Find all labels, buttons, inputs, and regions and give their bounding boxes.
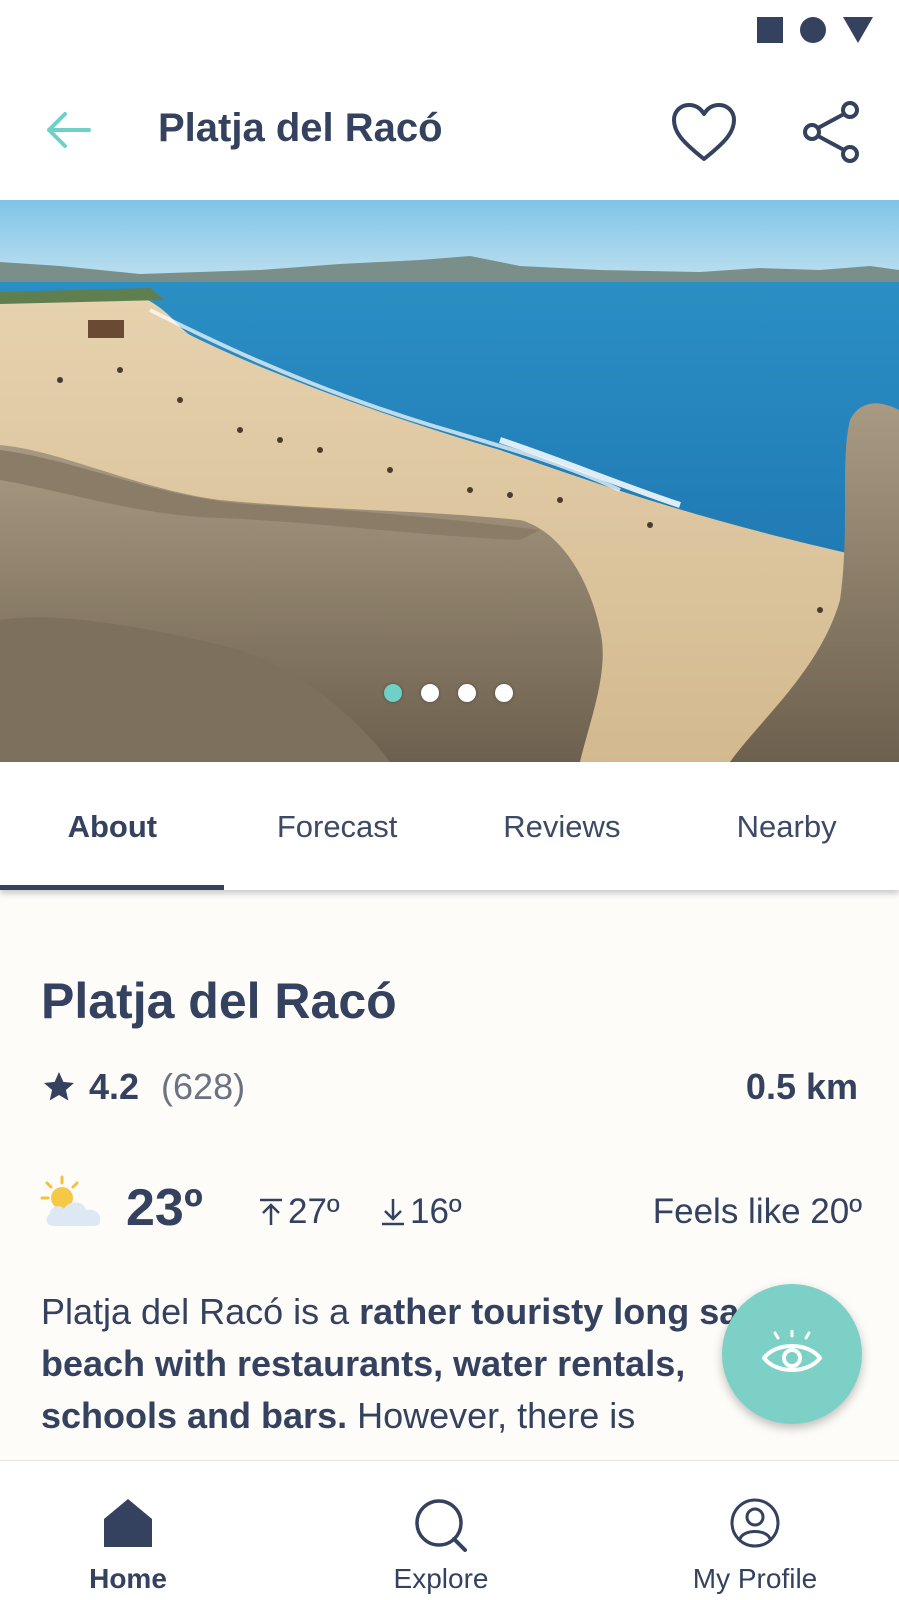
tab-about[interactable]: About <box>0 762 225 890</box>
heart-icon <box>672 103 736 161</box>
weather-row: 23º 27º 16º Feels like 20º <box>40 1174 862 1254</box>
gallery-dot[interactable] <box>421 684 439 702</box>
description-text: Platja del Racó is a <box>41 1291 360 1332</box>
beach-photo[interactable] <box>0 200 899 762</box>
share-button[interactable] <box>796 96 868 168</box>
description-text-continued: However, there is <box>347 1395 636 1436</box>
nav-home[interactable]: Home <box>48 1461 208 1600</box>
gallery-dot[interactable] <box>384 684 402 702</box>
tab-bar: About Forecast Reviews Nearby <box>0 762 899 890</box>
arrow-down-icon <box>382 1199 404 1226</box>
partly-cloudy-icon <box>40 1175 101 1226</box>
temp-low-value: 16º <box>410 1192 462 1231</box>
tab-reviews[interactable]: Reviews <box>450 762 675 890</box>
gallery-dot[interactable] <box>495 684 513 702</box>
rating-count[interactable]: (628) <box>161 1066 245 1108</box>
nav-my-profile-label: My Profile <box>692 1563 818 1594</box>
gallery-dot[interactable] <box>458 684 476 702</box>
bottom-nav: Home Explore My Profile <box>0 1460 899 1600</box>
rating-value: 4.2 <box>89 1066 140 1107</box>
beach-description: Platja del Racó is a rather touristy lon… <box>41 1286 831 1442</box>
view-fab-button[interactable] <box>722 1284 862 1424</box>
distance: 0.5 km <box>745 1066 858 1107</box>
square-icon <box>757 17 783 43</box>
star-icon <box>44 1072 74 1101</box>
profile-icon <box>730 1498 780 1548</box>
nav-explore[interactable]: Explore <box>361 1461 521 1600</box>
app-bar: Platja del Racó <box>0 62 899 200</box>
gallery-dots <box>384 684 513 702</box>
search-icon <box>415 1499 467 1552</box>
rating-row: 4.2 (628) <box>41 1066 245 1108</box>
page-title: Platja del Racó <box>158 106 443 150</box>
arrow-left-icon <box>47 112 91 148</box>
circle-icon <box>800 17 826 43</box>
status-bar <box>0 0 899 62</box>
home-icon <box>104 1499 152 1547</box>
tab-nearby[interactable]: Nearby <box>674 762 899 890</box>
arrow-up-icon <box>260 1198 282 1225</box>
temp-low: 16º <box>380 1192 462 1232</box>
triangle-icon <box>843 17 873 43</box>
eye-icon <box>762 1330 822 1372</box>
tab-forecast[interactable]: Forecast <box>225 762 450 890</box>
nav-my-profile[interactable]: My Profile <box>675 1461 835 1600</box>
nav-explore-label: Explore <box>393 1563 489 1594</box>
beach-title: Platja del Racó <box>41 973 397 1029</box>
current-temperature: 23º <box>126 1179 203 1237</box>
temp-high: 27º <box>258 1192 340 1232</box>
temp-high-value: 27º <box>288 1192 340 1231</box>
back-button[interactable] <box>40 102 96 158</box>
nav-home-label: Home <box>89 1563 167 1594</box>
favorite-button[interactable] <box>668 96 740 168</box>
feels-like: Feels like 20º <box>652 1192 862 1231</box>
status-icons <box>757 16 873 44</box>
share-icon <box>803 101 859 163</box>
